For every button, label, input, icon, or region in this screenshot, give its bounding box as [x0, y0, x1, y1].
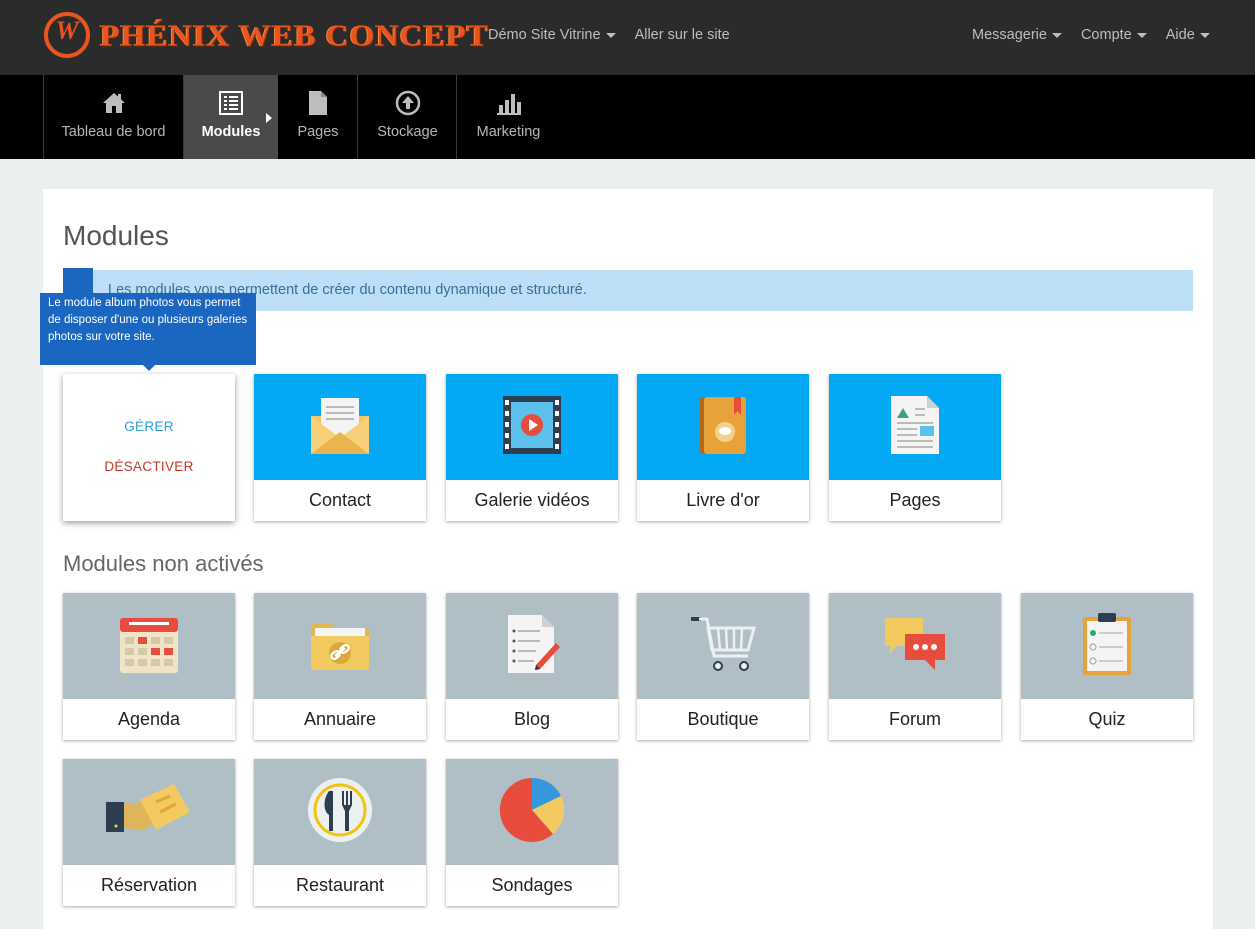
module-card-video-gallery[interactable]: Galerie vidéos [446, 374, 618, 521]
tab-pages[interactable]: Pages [278, 75, 358, 159]
site-selector[interactable]: Démo Site Vitrine [488, 27, 616, 43]
tab-modules[interactable]: Modules [183, 75, 278, 159]
module-label: Restaurant [295, 875, 385, 895]
module-card-agenda[interactable]: Agenda [63, 593, 235, 740]
module-label: Sondages [491, 875, 573, 895]
caret-down-icon [1136, 32, 1147, 38]
module-label: Forum [888, 709, 941, 729]
module-label: Pages [889, 490, 941, 510]
tab-storage[interactable]: Stockage [357, 75, 457, 159]
module-label: Quiz [1088, 709, 1126, 729]
module-label: Boutique [687, 709, 759, 729]
document-icon [889, 394, 941, 461]
list-icon [217, 89, 245, 117]
calendar-icon [119, 614, 179, 679]
upload-icon [394, 89, 422, 117]
caret-down-icon [605, 32, 616, 38]
module-thumb [637, 593, 809, 699]
module-card-guestbook[interactable]: Livre d'or [637, 374, 809, 521]
home-icon [100, 89, 128, 117]
tab-label: Stockage [377, 124, 438, 140]
module-thumb [63, 759, 235, 865]
module-card-shop[interactable]: Boutique [637, 593, 809, 740]
logo[interactable]: W PHÉNIX WEB CONCEPT [44, 9, 489, 61]
module-thumb [63, 593, 235, 699]
chat-icon [883, 616, 947, 677]
account-label: Compte [1080, 27, 1132, 43]
messages-menu[interactable]: Messagerie [972, 27, 1062, 43]
tab-label: Tableau de bord [61, 124, 166, 140]
module-thumb [446, 593, 618, 699]
guestbook-icon [696, 394, 750, 461]
module-label: Contact [308, 490, 372, 510]
top-bar: W PHÉNIX WEB CONCEPT Démo Site Vitrine A… [0, 0, 1255, 75]
module-card-contact[interactable]: Contact [254, 374, 426, 521]
module-label: Blog [513, 709, 551, 729]
visit-site-label: Aller sur le site [634, 27, 730, 43]
tab-label: Marketing [476, 124, 541, 140]
deactivate-link[interactable]: DÉSACTIVER [63, 459, 235, 474]
module-label: Agenda [117, 709, 181, 729]
clipboard-icon [1081, 611, 1133, 682]
module-tooltip: Le module album photos vous permet de di… [40, 293, 256, 365]
tab-label: Pages [297, 124, 339, 140]
folder-link-icon [309, 616, 371, 677]
module-card-album-photos[interactable]: GÉRER DÉSACTIVER [63, 374, 235, 521]
top-nav-left: Démo Site Vitrine Aller sur le site [488, 0, 749, 70]
caret-down-icon [1051, 32, 1062, 38]
module-label: Annuaire [303, 709, 377, 729]
visit-site-link[interactable]: Aller sur le site [635, 27, 730, 43]
tab-dashboard[interactable]: Tableau de bord [43, 75, 183, 159]
envelope-icon [309, 394, 371, 461]
page-title: Modules [63, 220, 169, 251]
module-label: Réservation [100, 875, 198, 895]
ticket-icon [104, 782, 194, 843]
module-thumb [637, 374, 809, 480]
module-thumb [1021, 593, 1193, 699]
module-card-restaurant[interactable]: Restaurant [254, 759, 426, 906]
module-label: Livre d'or [686, 490, 760, 510]
tab-marketing[interactable]: Marketing [456, 75, 560, 159]
messages-label: Messagerie [972, 27, 1047, 43]
help-menu[interactable]: Aide [1166, 27, 1210, 43]
caret-down-icon [1199, 32, 1210, 38]
module-thumb [446, 374, 618, 480]
logo-text: PHÉNIX WEB CONCEPT [100, 17, 490, 52]
main-tab-bar: Tableau de bord Modules Pages Stockage M… [0, 75, 1255, 159]
tab-label: Modules [201, 124, 261, 140]
logo-mark-icon: W [44, 12, 90, 58]
module-card-quiz[interactable]: Quiz [1021, 593, 1193, 740]
module-card-directory[interactable]: Annuaire [254, 593, 426, 740]
module-thumb [829, 593, 1001, 699]
module-thumb [254, 759, 426, 865]
blog-icon [502, 613, 562, 680]
tooltip-arrow [143, 365, 155, 371]
module-thumb [829, 374, 1001, 480]
help-label: Aide [1165, 27, 1195, 43]
site-selector-label: Démo Site Vitrine [488, 27, 601, 43]
page-icon [304, 89, 332, 117]
cart-icon [690, 614, 756, 679]
account-menu[interactable]: Compte [1081, 27, 1147, 43]
cutlery-icon [307, 777, 373, 848]
bar-chart-icon [495, 89, 523, 117]
module-thumb [446, 759, 618, 865]
module-card-forum[interactable]: Forum [829, 593, 1001, 740]
module-thumb [254, 374, 426, 480]
pie-icon [499, 777, 565, 848]
module-label: Galerie vidéos [474, 490, 590, 510]
top-nav-right: Messagerie Compte Aide [972, 0, 1229, 70]
module-card-blog[interactable]: Blog [446, 593, 618, 740]
film-icon [502, 394, 562, 461]
module-thumb [254, 593, 426, 699]
module-card-polls[interactable]: Sondages [446, 759, 618, 906]
caret-right-icon [266, 113, 272, 123]
manage-link[interactable]: GÉRER [63, 419, 235, 434]
module-card-booking[interactable]: Réservation [63, 759, 235, 906]
module-card-pages[interactable]: Pages [829, 374, 1001, 521]
inactive-modules-title: Modules non activés [63, 551, 264, 576]
